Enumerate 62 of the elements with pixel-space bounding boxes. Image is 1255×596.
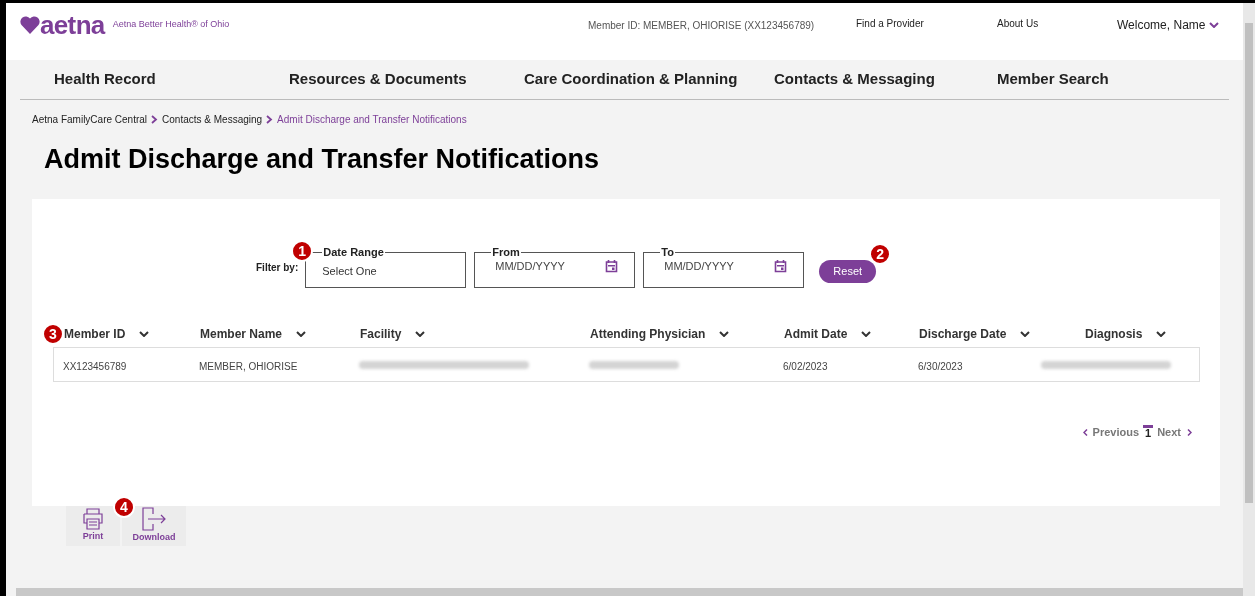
chevron-down-icon: [415, 331, 426, 337]
chevron-down-icon: [1156, 331, 1167, 337]
column-header[interactable]: Member Name: [200, 325, 360, 343]
step-badge: 1: [291, 240, 314, 262]
select-placeholder: Select One: [321, 264, 377, 277]
filter-field[interactable]: From MM/DD/YYYY: [474, 246, 636, 288]
brand-name: Aetna Better Health® of Ohio: [112, 18, 230, 32]
chevron-left-icon: [1082, 428, 1088, 436]
heart-icon: [20, 16, 40, 34]
column-header[interactable]: Facility: [360, 325, 590, 343]
header-link[interactable]: Find a Provider: [856, 12, 997, 31]
column-header[interactable]: Attending Physician: [590, 325, 784, 343]
chevron-down-icon: [719, 331, 730, 337]
column-header[interactable]: Discharge Date: [919, 325, 1042, 343]
calendar-icon[interactable]: [774, 259, 788, 274]
action-button[interactable]: Print: [66, 506, 120, 546]
breadcrumb-link[interactable]: Admit Discharge and Transfer Notifications: [277, 112, 467, 127]
chevron-right-icon: [151, 115, 159, 124]
calendar-icon[interactable]: [605, 259, 619, 274]
table-cell: XX123456789: [63, 360, 127, 372]
page-title: Admit Discharge and Transfer Notifications: [43, 143, 601, 175]
logo[interactable]: aetna: [40, 12, 105, 38]
nav-tab[interactable]: Care Coordination & Planning: [524, 68, 774, 91]
nav-tab[interactable]: Contacts & Messaging: [774, 68, 997, 91]
step-badge: 3: [42, 323, 64, 345]
breadcrumb-link[interactable]: Aetna FamilyCare Central: [32, 112, 148, 127]
chevron-down-icon: [296, 331, 307, 337]
chevron-down-icon: [861, 331, 872, 337]
export-icon: [141, 507, 167, 532]
step-badge: 2: [869, 243, 892, 265]
field-label: From: [491, 246, 521, 258]
member-id-text: Member ID: MEMBER, OHIORISE (XX123456789): [588, 19, 816, 33]
filter-label: Filter by:: [256, 261, 299, 275]
date-input[interactable]: MM/DD/YYYY: [495, 258, 596, 275]
printer-icon: [81, 508, 105, 531]
chevron-down-icon: [1020, 331, 1031, 337]
table-cell: 6/02/2023: [783, 360, 828, 372]
chevron-right-icon: [266, 115, 274, 124]
nav-tab[interactable]: Resources & Documents: [289, 68, 524, 91]
table-cell: MEMBER, OHIORISE: [199, 360, 298, 372]
page-number[interactable]: 1: [1143, 425, 1154, 440]
table-row[interactable]: XX123456789 MEMBER, OHIORISE 6/02/2023 6/30/2023: [53, 347, 1200, 382]
column-header[interactable]: Diagnosis: [1042, 325, 1220, 343]
nav-tab[interactable]: Health Record: [54, 68, 289, 91]
field-label: Date Range: [322, 246, 385, 258]
column-header[interactable]: Admit Date: [784, 325, 919, 343]
chevron-down-icon: [139, 331, 150, 337]
breadcrumb-link[interactable]: Contacts & Messaging: [162, 112, 263, 127]
user-menu[interactable]: Welcome, Name: [1117, 12, 1220, 34]
date-input[interactable]: MM/DD/YYYY: [664, 258, 765, 275]
filter-field[interactable]: Date Range Select One: [305, 246, 467, 288]
column-header[interactable]: Member ID: [64, 325, 200, 343]
reset-button[interactable]: Reset: [819, 259, 877, 283]
table-cell: 6/30/2023: [918, 360, 963, 372]
next-link[interactable]: Next: [1157, 424, 1181, 441]
field-label: To: [660, 246, 675, 258]
nav-tab[interactable]: Member Search: [997, 68, 1109, 91]
chevron-down-icon: [1209, 22, 1220, 28]
chevron-right-icon: [1187, 428, 1192, 436]
filter-field[interactable]: To MM/DD/YYYY: [643, 246, 805, 288]
header-link[interactable]: About Us: [997, 12, 1117, 31]
previous-link[interactable]: Previous: [1092, 424, 1140, 441]
